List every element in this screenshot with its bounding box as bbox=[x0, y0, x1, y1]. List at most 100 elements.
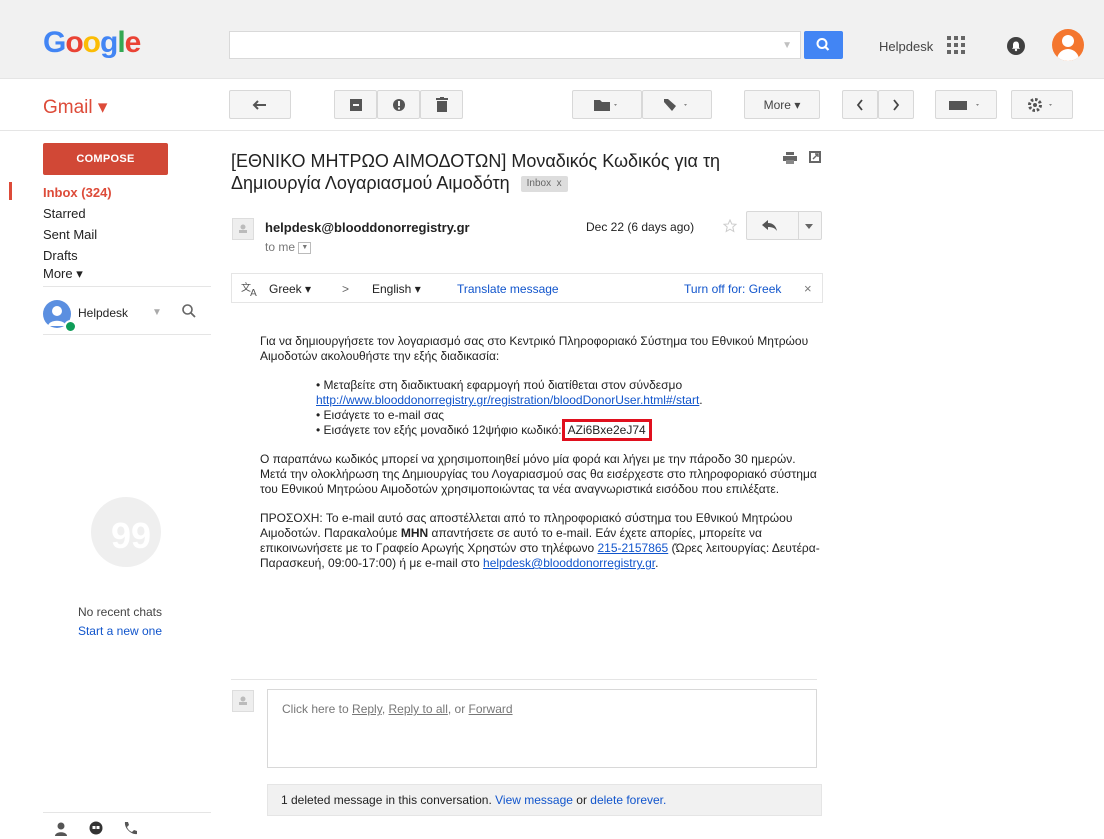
body-paragraph: ΠΡΟΣΟΧΗ: Το e-mail αυτό σας αποστέλλεται… bbox=[260, 511, 820, 571]
search-options-icon[interactable]: ▼ bbox=[782, 40, 792, 51]
svg-text:A: A bbox=[250, 288, 257, 297]
sidebar-item-inbox[interactable]: Inbox (324) bbox=[43, 185, 112, 200]
start-new-chat-link[interactable]: Start a new one bbox=[30, 624, 210, 638]
reply-divider bbox=[231, 679, 817, 680]
list-item: Εισάγετε τον εξής μοναδικό 12ψήφιο κωδικ… bbox=[316, 419, 820, 441]
registration-link[interactable]: http://www.blooddonorregistry.gr/registr… bbox=[316, 393, 699, 407]
gmail-app-switcher[interactable]: Gmail ▾ bbox=[43, 96, 107, 119]
email-subject: [ΕΘΝΙΚΟ ΜΗΤΡΩΟ ΑΙΜΟΔΟΤΩΝ] Μοναδικός Κωδι… bbox=[231, 150, 771, 194]
move-to-button[interactable] bbox=[572, 90, 642, 119]
forward-link[interactable]: Forward bbox=[469, 702, 513, 716]
hangouts-divider bbox=[43, 334, 211, 335]
chevron-down-icon[interactable] bbox=[805, 224, 813, 229]
hangouts-user-name[interactable]: Helpdesk bbox=[78, 306, 128, 320]
target-language-select[interactable]: English ▾ bbox=[372, 282, 421, 296]
text-segment: . bbox=[655, 556, 659, 570]
archive-icon bbox=[349, 98, 362, 111]
logo-letter: G bbox=[43, 26, 66, 59]
hangouts-footer bbox=[43, 812, 211, 839]
emphasis-text: ΜΗΝ bbox=[400, 526, 429, 540]
folder-icon bbox=[594, 99, 617, 111]
logo-letter: g bbox=[100, 26, 118, 59]
instructions-list: Μεταβείτε στη διαδικτυακή εφαρμογή πού δ… bbox=[260, 378, 820, 441]
translate-message-link[interactable]: Translate message bbox=[457, 282, 559, 296]
search-icon bbox=[816, 38, 830, 51]
logo-letter: l bbox=[117, 26, 125, 59]
inbox-label-text: Inbox bbox=[526, 178, 552, 190]
phone-icon[interactable] bbox=[122, 821, 138, 837]
reply-box[interactable]: Click here to Reply, Reply to all, or Fo… bbox=[267, 689, 817, 768]
hangouts-search-button[interactable] bbox=[181, 303, 197, 322]
close-icon[interactable]: × bbox=[804, 281, 812, 296]
no-recent-chats-text: No recent chats bbox=[77, 605, 163, 619]
reply-button-group bbox=[746, 211, 822, 240]
translate-icon: 文A bbox=[241, 281, 257, 297]
sidebar-item-sent-mail[interactable]: Sent Mail bbox=[43, 227, 97, 242]
source-language-select[interactable]: Greek ▾ bbox=[269, 282, 311, 296]
trash-icon bbox=[435, 97, 448, 112]
sidebar-item-starred[interactable]: Starred bbox=[43, 206, 86, 221]
apps-grid-icon[interactable] bbox=[947, 36, 965, 54]
chat-bubble-icon: 99 bbox=[91, 497, 161, 567]
online-status-dot bbox=[64, 320, 77, 333]
delete-forever-link[interactable]: delete forever. bbox=[590, 793, 666, 807]
chevron-down-icon[interactable]: ▼ bbox=[152, 307, 162, 318]
back-button[interactable] bbox=[229, 90, 291, 119]
compose-button[interactable]: COMPOSE bbox=[43, 143, 168, 175]
spam-icon bbox=[392, 98, 405, 111]
list-item-text: Εισάγετε τον εξής μοναδικό 12ψήφιο κωδικ… bbox=[323, 423, 562, 437]
reply-icon[interactable] bbox=[762, 220, 778, 232]
older-button[interactable] bbox=[878, 90, 914, 119]
view-message-link[interactable]: View message bbox=[495, 793, 573, 807]
body-paragraph: Ο παραπάνω κωδικός μπορεί να χρησιμοποιη… bbox=[260, 452, 817, 496]
star-icon[interactable] bbox=[723, 219, 737, 233]
recipient-line: to me ▼ bbox=[265, 240, 312, 254]
search-button[interactable] bbox=[804, 31, 843, 59]
report-spam-button[interactable] bbox=[377, 90, 420, 119]
reply-split-divider bbox=[798, 212, 799, 239]
account-avatar[interactable] bbox=[1052, 29, 1084, 61]
sidebar-item-drafts[interactable]: Drafts bbox=[43, 248, 78, 263]
sidebar-item-more[interactable]: More ▾ bbox=[43, 266, 83, 282]
subject-text: [ΕΘΝΙΚΟ ΜΗΤΡΩΟ ΑΙΜΟΔΟΤΩΝ] Μοναδικός Κωδι… bbox=[231, 151, 721, 193]
reply-link[interactable]: Reply bbox=[352, 702, 382, 716]
chevron-left-icon bbox=[856, 98, 863, 111]
turn-off-translate-link[interactable]: Turn off for: Greek bbox=[684, 282, 781, 296]
reply-all-link[interactable]: Reply to all bbox=[389, 702, 448, 716]
show-details-icon[interactable]: ▼ bbox=[298, 241, 312, 254]
account-name[interactable]: Helpdesk bbox=[879, 39, 933, 54]
search-icon bbox=[182, 304, 196, 318]
sender-avatar bbox=[232, 218, 254, 240]
sidebar-divider bbox=[43, 286, 211, 287]
notifications-bell-icon[interactable] bbox=[1007, 37, 1025, 55]
deleted-text: 1 deleted message in this conversation. bbox=[281, 793, 496, 807]
phone-link[interactable]: 215-2157865 bbox=[597, 541, 668, 555]
inbox-label-chip[interactable]: Inbox x bbox=[520, 176, 568, 193]
logo-letter: o bbox=[65, 26, 83, 59]
archive-button[interactable] bbox=[334, 90, 377, 119]
new-window-icon[interactable] bbox=[809, 151, 821, 163]
print-icon[interactable] bbox=[783, 152, 797, 164]
logo-letter: e bbox=[124, 26, 142, 59]
search-input[interactable]: ▼ bbox=[229, 31, 801, 59]
settings-button[interactable] bbox=[1011, 90, 1073, 119]
chevron-right-icon bbox=[893, 98, 900, 111]
google-logo[interactable]: Google bbox=[43, 26, 142, 60]
sender-email[interactable]: helpdesk@blooddonorregistry.gr bbox=[265, 220, 470, 235]
email-body: Για να δημιουργήσετε τον λογαριασμό σας … bbox=[260, 334, 820, 585]
helpdesk-email-link[interactable]: helpdesk@blooddonorregistry.gr bbox=[483, 556, 655, 570]
body-paragraph: Για να δημιουργήσετε τον λογαριασμό σας … bbox=[260, 334, 809, 363]
delete-button[interactable] bbox=[420, 90, 463, 119]
remove-label-button[interactable]: x bbox=[557, 178, 562, 189]
labels-button[interactable] bbox=[642, 90, 712, 119]
more-button[interactable]: More ▾ bbox=[744, 90, 820, 119]
separator: or bbox=[572, 793, 591, 807]
hangouts-icon[interactable] bbox=[88, 821, 104, 837]
keyboard-icon bbox=[949, 100, 979, 110]
my-avatar bbox=[232, 690, 254, 712]
label-icon bbox=[664, 98, 687, 111]
input-tools-button[interactable] bbox=[935, 90, 997, 119]
newer-button[interactable] bbox=[842, 90, 878, 119]
separator: , or bbox=[447, 702, 469, 716]
contacts-icon[interactable] bbox=[54, 821, 68, 837]
